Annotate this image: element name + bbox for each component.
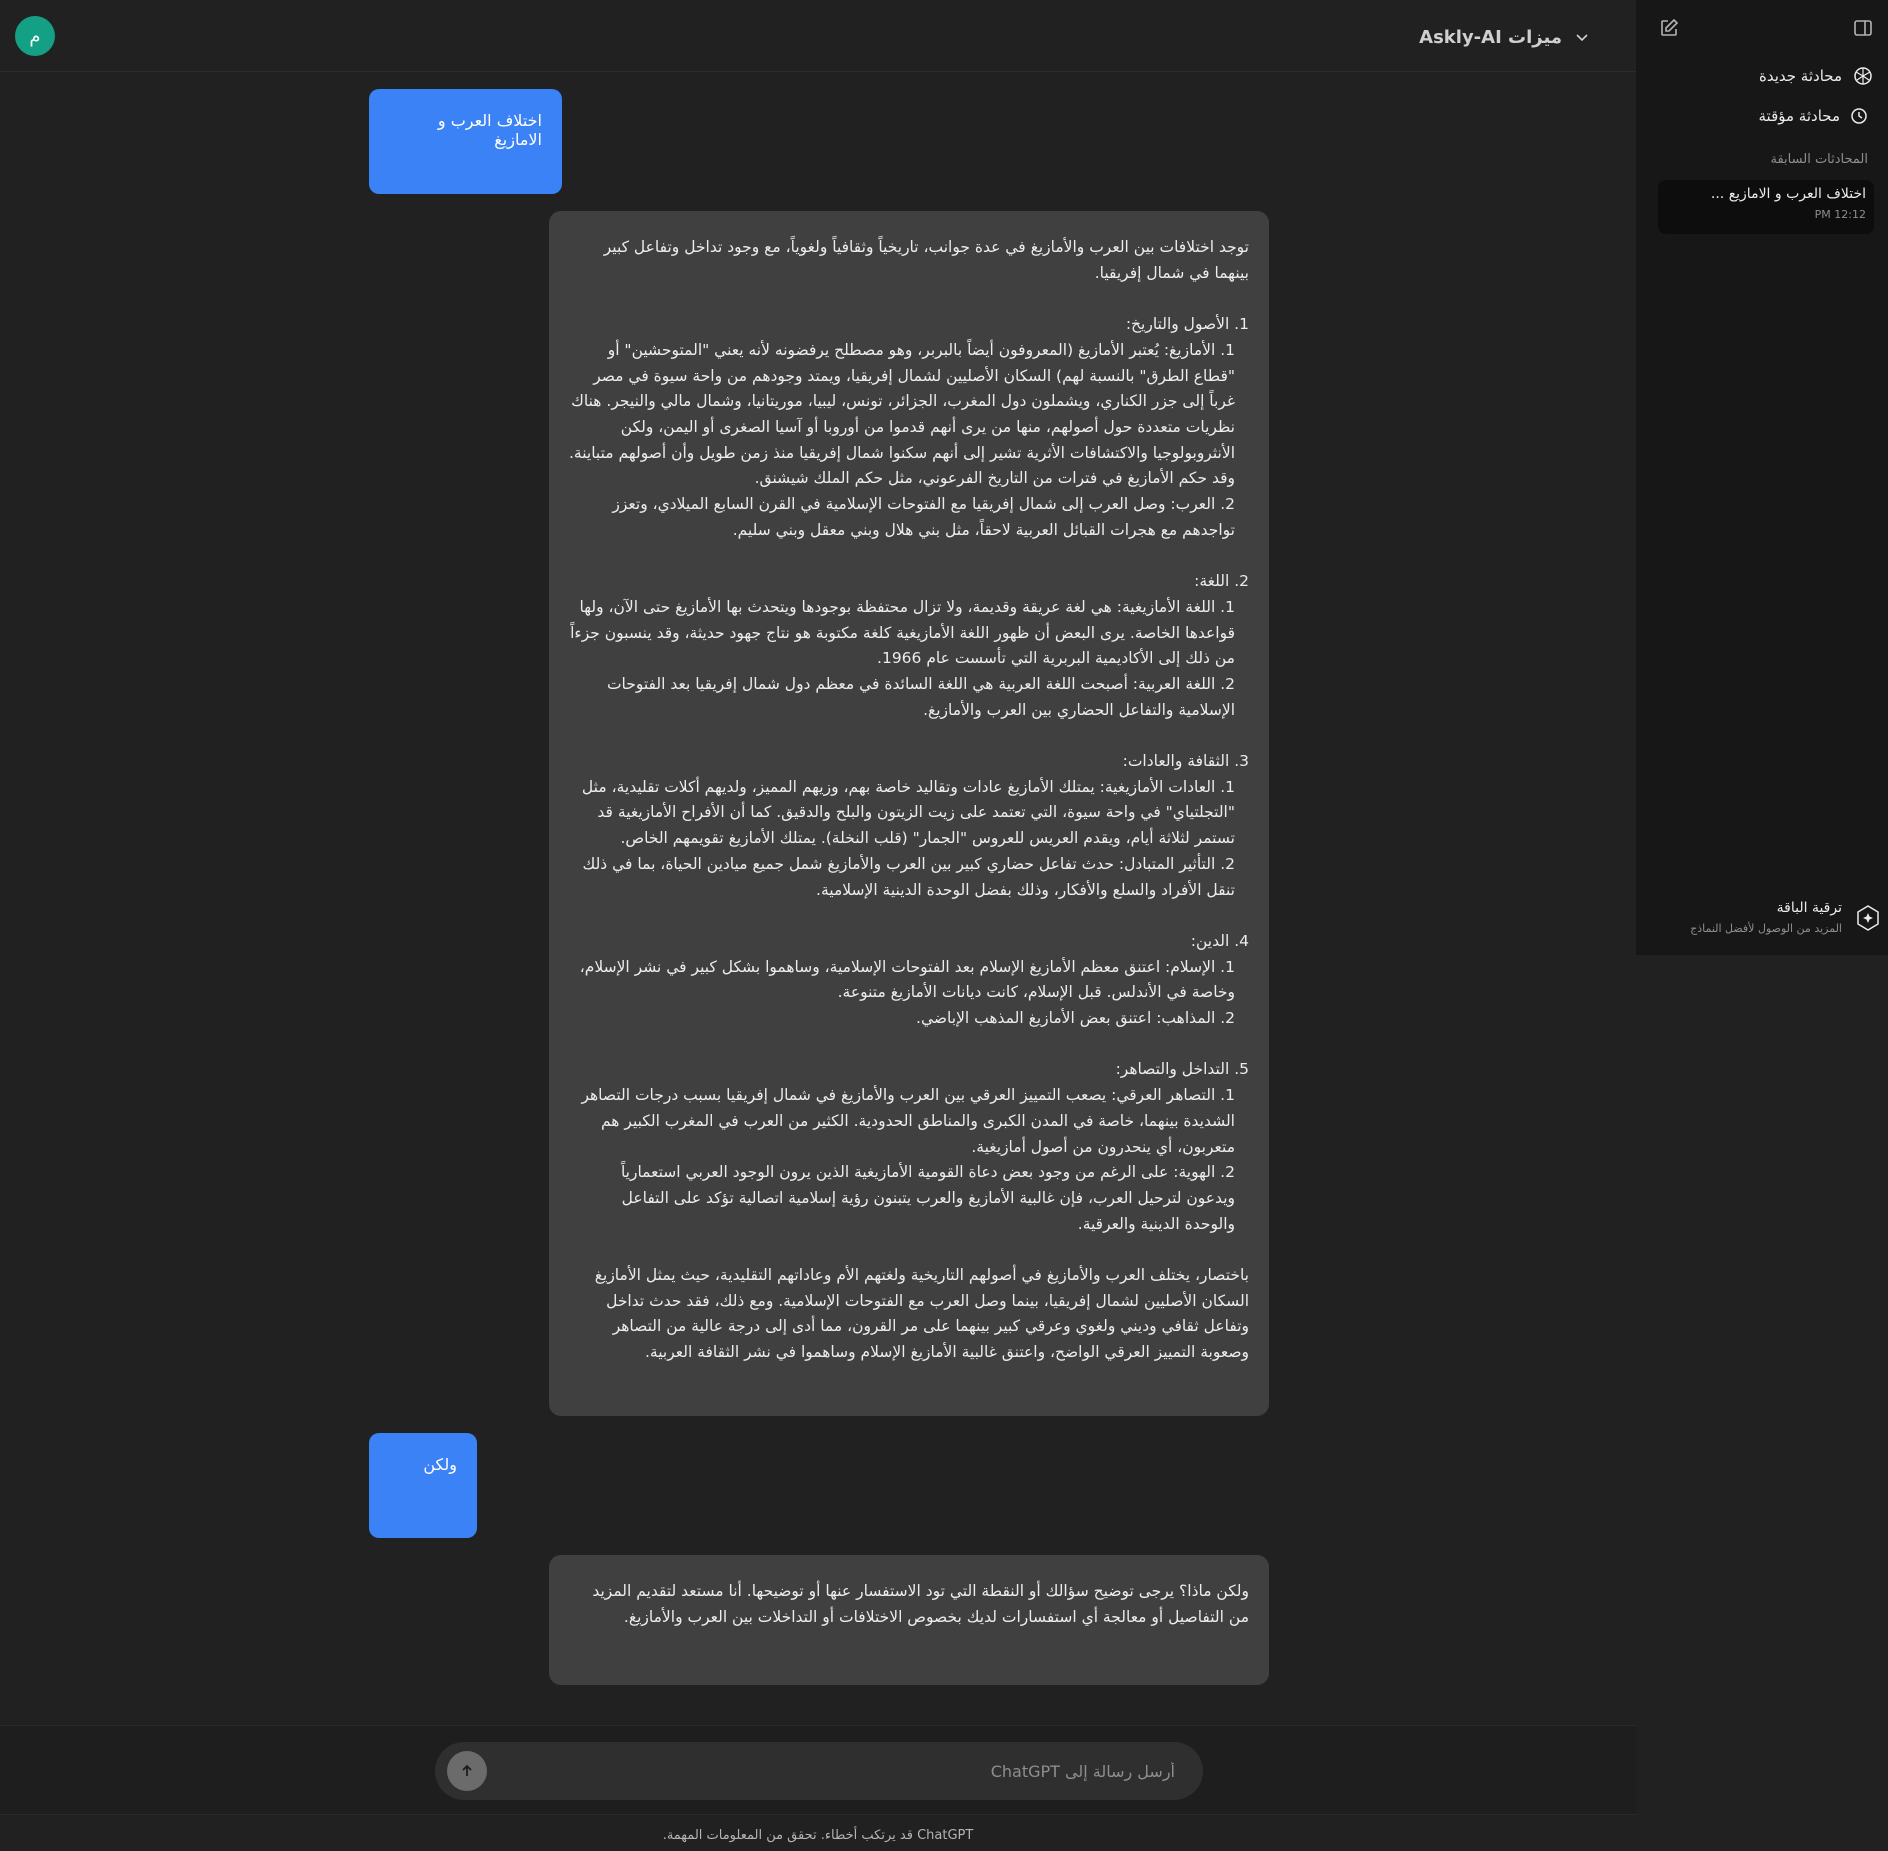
chevron-down-icon (1576, 34, 1588, 42)
section-title: 4. الدين: (1190, 931, 1249, 950)
section-point: 2. الهوية: على الرغم من وجود بعض دعاة ال… (620, 1163, 1235, 1233)
assistant-reply: ولكن ماذا؟ يرجى توضيح سؤالك أو النقطة ال… (592, 1582, 1249, 1626)
temporary-chat-label: محادثة مؤقتة (1758, 107, 1840, 125)
upgrade-title: ترقية الباقة (1776, 900, 1842, 916)
section-point: 1. العادات الأمازيغية: يمتلك الأمازيغ عا… (581, 777, 1235, 848)
model-selector[interactable]: Askly-AI ميزات (1419, 22, 1590, 52)
section-title: 5. التداخل والتصاهر: (1115, 1060, 1249, 1079)
disclaimer: ChatGPT قد يرتكب أخطاء. تحقق من المعلوما… (662, 1828, 974, 1843)
assistant-message: توجد اختلافات بين العرب والأمازيغ في عدة… (549, 211, 1269, 1416)
sidebar-empty-area (1636, 955, 1888, 1851)
section-title: 1. الأصول والتاريخ: (1125, 315, 1249, 334)
assistant-message: ولكن ماذا؟ يرجى توضيح سؤالك أو النقطة ال… (549, 1555, 1269, 1685)
upgrade-subtitle: المزيد من الوصول لأفضل النماذج (1690, 922, 1842, 935)
arrow-up-icon (462, 1764, 472, 1776)
new-chat-label: محادثة جديدة (1758, 67, 1842, 85)
message-input[interactable] (505, 1752, 1175, 1790)
temporary-chat-button[interactable]: محادثة مؤقتة (1759, 101, 1868, 131)
send-button[interactable] (447, 1751, 487, 1791)
section-point: 2. اللغة العربية: أصبحت اللغة العربية هي… (606, 674, 1235, 719)
top-bar: م Askly-AI ميزات (0, 0, 1636, 72)
clock-icon (1851, 108, 1867, 124)
assistant-intro: توجد اختلافات بين العرب والأمازيغ في عدة… (603, 238, 1249, 282)
section-point: 1. التصاهر العرقي: يصعب التمييز العرقي ب… (581, 1086, 1235, 1156)
sidebar-panel: محادثة جديدة محادثة مؤقتة المحادثات السا… (1636, 0, 1888, 955)
user-message: ولكن (369, 1433, 477, 1538)
sidebar: محادثة جديدة محادثة مؤقتة المحادثات السا… (1636, 0, 1888, 1851)
edit-icon[interactable] (1658, 17, 1680, 39)
upgrade-plan-button[interactable]: ترقية الباقة المزيد من الوصول لأفضل النم… (1670, 898, 1882, 942)
new-chat-button[interactable]: محادثة جديدة (1759, 61, 1874, 91)
user-message: اختلاف العرب و الامازيغ (369, 89, 562, 194)
avatar[interactable]: م (15, 16, 55, 56)
history-item-title: اختلاف العرب و الامازيع ... (1710, 186, 1866, 202)
section-point: 1. الأمازيغ: يُعتبر الأمازيغ (المعروفون … (568, 340, 1235, 488)
section-point: 2. التأثير المتبادل: حدث تفاعل حضاري كبي… (582, 854, 1235, 899)
section-title: 3. الثقافة والعادات: (1122, 752, 1249, 771)
main-area: م Askly-AI ميزات اختلاف العرب و الامازيغ… (0, 0, 1636, 1851)
section-point: 1. اللغة الأمازيغية: هي لغة عريقة وقديمة… (570, 597, 1235, 668)
sparkle-icon (1857, 905, 1879, 931)
composer (435, 1742, 1203, 1800)
previous-chats-heading: المحادثات السابقة (1770, 152, 1868, 167)
section-title: 2. اللغة: (1194, 572, 1249, 591)
section-point: 1. الإسلام: اعتنق معظم الأمازيغ الإسلام … (579, 957, 1235, 1002)
sidebar-toggle-icon[interactable] (1852, 17, 1874, 39)
history-item[interactable]: اختلاف العرب و الامازيع ... PM 12:12 (1658, 180, 1874, 234)
model-label: Askly-AI ميزات (1419, 26, 1562, 48)
section-point: 2. العرب: وصل العرب إلى شمال إفريقيا مع … (612, 495, 1235, 539)
history-item-time: PM 12:12 (1814, 208, 1866, 221)
assistant-summary: باختصار، يختلف العرب والأمازيغ في أصولهم… (594, 1266, 1249, 1362)
section-point: 2. المذاهب: اعتنق بعض الأمازيغ المذهب ال… (916, 1009, 1235, 1028)
openai-logo-icon (1854, 67, 1872, 85)
